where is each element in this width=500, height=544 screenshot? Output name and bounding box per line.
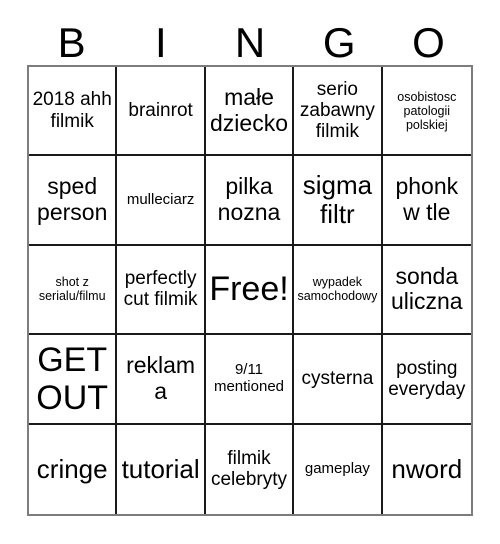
bingo-cell[interactable]: osobistosc patologii polskiej [382,67,471,157]
bingo-cell[interactable]: nword [382,424,471,514]
bingo-cell-label: cringe [36,453,108,484]
bingo-cell[interactable]: tutorial [117,424,206,514]
bingo-cell[interactable]: cringe [29,424,118,514]
bingo-cell-label: sigma filtr [302,169,373,230]
bingo-cell[interactable]: gameplay [294,424,383,514]
bingo-cell[interactable]: mulleciarz [117,156,206,246]
header-letter-o: O [412,19,445,66]
bingo-cell-label: mulleciarz [126,190,195,208]
bingo-cell-label: małe dziecko [210,83,288,136]
bingo-cell-label: posting everyday [388,357,466,400]
bingo-cell[interactable]: shot z serialu/filmu [29,245,118,336]
bingo-cell-label: sonda uliczna [390,262,463,315]
bingo-cell[interactable]: phonk w tle [382,156,471,246]
bingo-cell-label: filmik celebryty [210,448,287,491]
bingo-cell-label: wypadek samochodowy [297,275,378,304]
bingo-cell[interactable]: perfectly cut filmik [117,245,206,336]
header-letter-g: G [322,19,356,66]
bingo-cell-label: gameplay [304,459,370,477]
bingo-cell-label: tutorial [121,453,200,484]
bingo-cell-label: reklama [126,352,196,404]
bingo-cell[interactable]: wypadek samochodowy [294,245,383,336]
bingo-grid: 2018 ahh filmik brainrot małe dziecko se… [27,65,473,516]
bingo-cell-label: 2018 ahh filmik [32,89,112,132]
bingo-cell-label: cysterna [301,368,374,390]
bingo-cell-label: pilka nozna [217,173,281,226]
bingo-cell[interactable]: brainrot [117,67,206,157]
bingo-cell[interactable]: GET OUT [29,335,118,425]
bingo-cell-label: GET OUT [36,340,109,417]
header-letter-i: I [154,19,167,66]
bingo-cell[interactable]: 9/11 mentioned [205,335,295,425]
bingo-cell[interactable]: reklama [117,335,206,425]
bingo-cell-label: osobistosc patologii polskiej [397,89,457,132]
bingo-cell-label: 9/11 mentioned [213,361,285,395]
bingo-cell-label: phonk w tle [395,173,459,226]
bingo-cell[interactable]: sped person [29,156,118,246]
header-letter-b: B [57,19,86,66]
bingo-cell[interactable]: serio zabawny filmik [294,67,383,157]
header-letter-n: N [234,19,266,66]
bingo-cell-label: serio zabawny filmik [299,78,375,143]
bingo-cell-label: brainrot [128,100,193,122]
bingo-cell[interactable]: małe dziecko [205,67,295,157]
bingo-cell-label: perfectly cut filmik [123,268,198,311]
bingo-cell[interactable]: filmik celebryty [205,424,295,514]
bingo-cell[interactable]: cysterna [294,335,383,425]
bingo-header: B I N G O [27,18,473,65]
bingo-cell[interactable]: 2018 ahh filmik [29,67,118,157]
bingo-free-label: Free! [209,270,289,309]
bingo-cell[interactable]: posting everyday [382,335,471,425]
bingo-cell-label: shot z serialu/filmu [38,275,106,304]
bingo-cell[interactable]: pilka nozna [205,156,295,246]
bingo-cell-label: sped person [37,173,108,226]
bingo-card: B I N G O 2018 ahh filmik brainrot małe … [27,18,473,518]
bingo-cell[interactable]: sonda uliczna [382,245,471,336]
bingo-cell-label: nword [391,453,463,484]
bingo-cell-free[interactable]: Free! [205,245,295,336]
bingo-cell[interactable]: sigma filtr [294,156,383,246]
